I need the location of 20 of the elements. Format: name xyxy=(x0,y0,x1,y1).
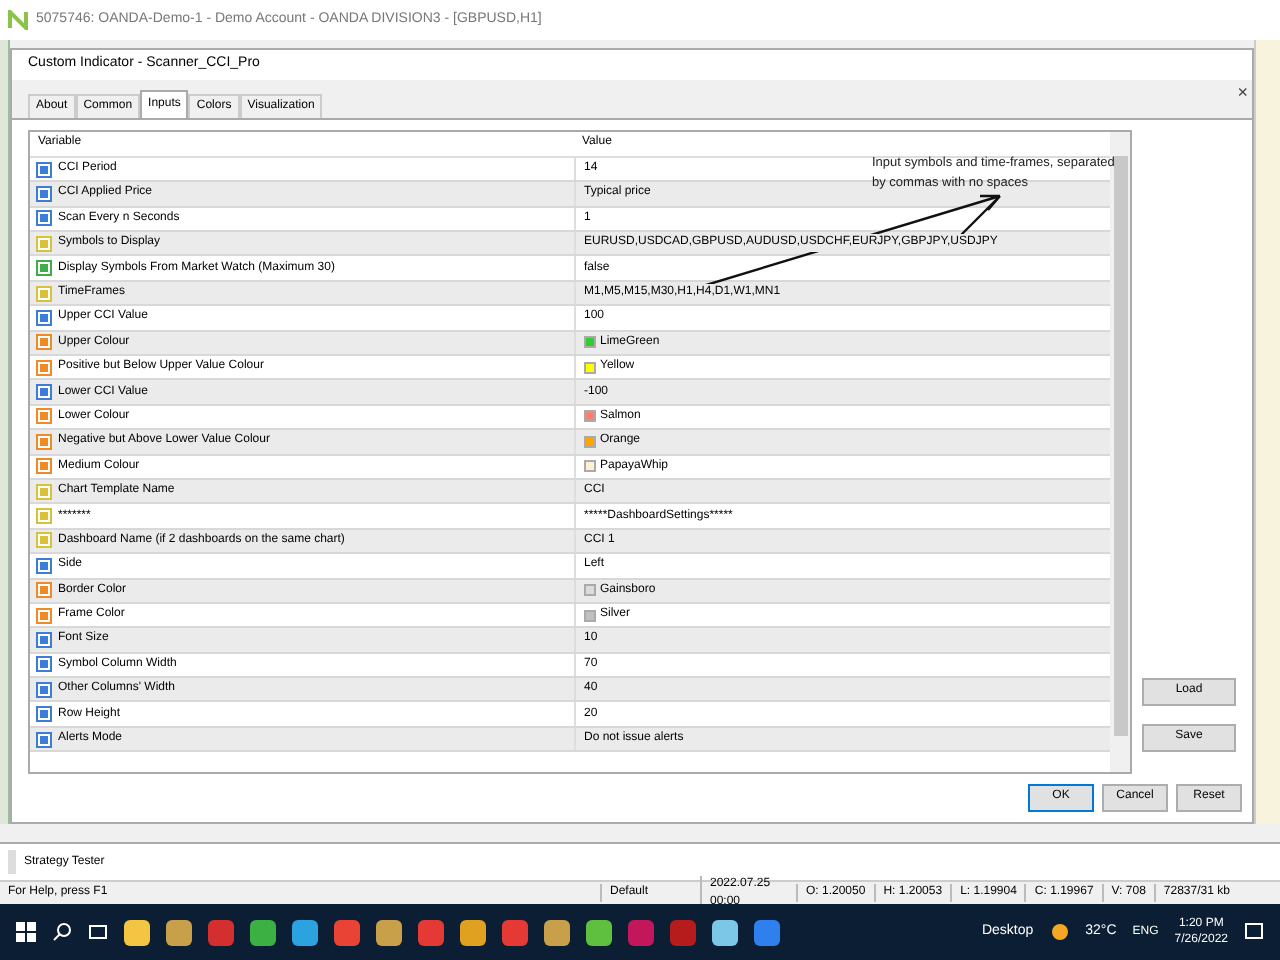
app-icon[interactable] xyxy=(334,919,360,945)
task-view-icon[interactable] xyxy=(88,922,108,942)
app-icon[interactable] xyxy=(586,919,612,945)
app-icon[interactable] xyxy=(754,919,780,945)
app-icon[interactable] xyxy=(292,919,318,945)
app-icon[interactable] xyxy=(166,919,192,945)
panel-handle[interactable] xyxy=(8,850,16,874)
close-button[interactable]: × xyxy=(1237,83,1248,102)
sun-icon xyxy=(1049,922,1070,942)
logo-icon xyxy=(8,10,28,30)
app-icon[interactable] xyxy=(460,919,486,945)
search-icon[interactable] xyxy=(52,922,72,942)
app-icon[interactable] xyxy=(544,919,570,945)
app-icon[interactable] xyxy=(124,919,150,945)
app-icon[interactable] xyxy=(250,919,276,945)
app-icon[interactable] xyxy=(376,919,402,945)
notification-icon[interactable] xyxy=(1244,922,1264,942)
scrollbar[interactable] xyxy=(1110,131,1130,772)
windows-icon[interactable] xyxy=(16,922,36,942)
app-icon[interactable] xyxy=(712,919,738,945)
